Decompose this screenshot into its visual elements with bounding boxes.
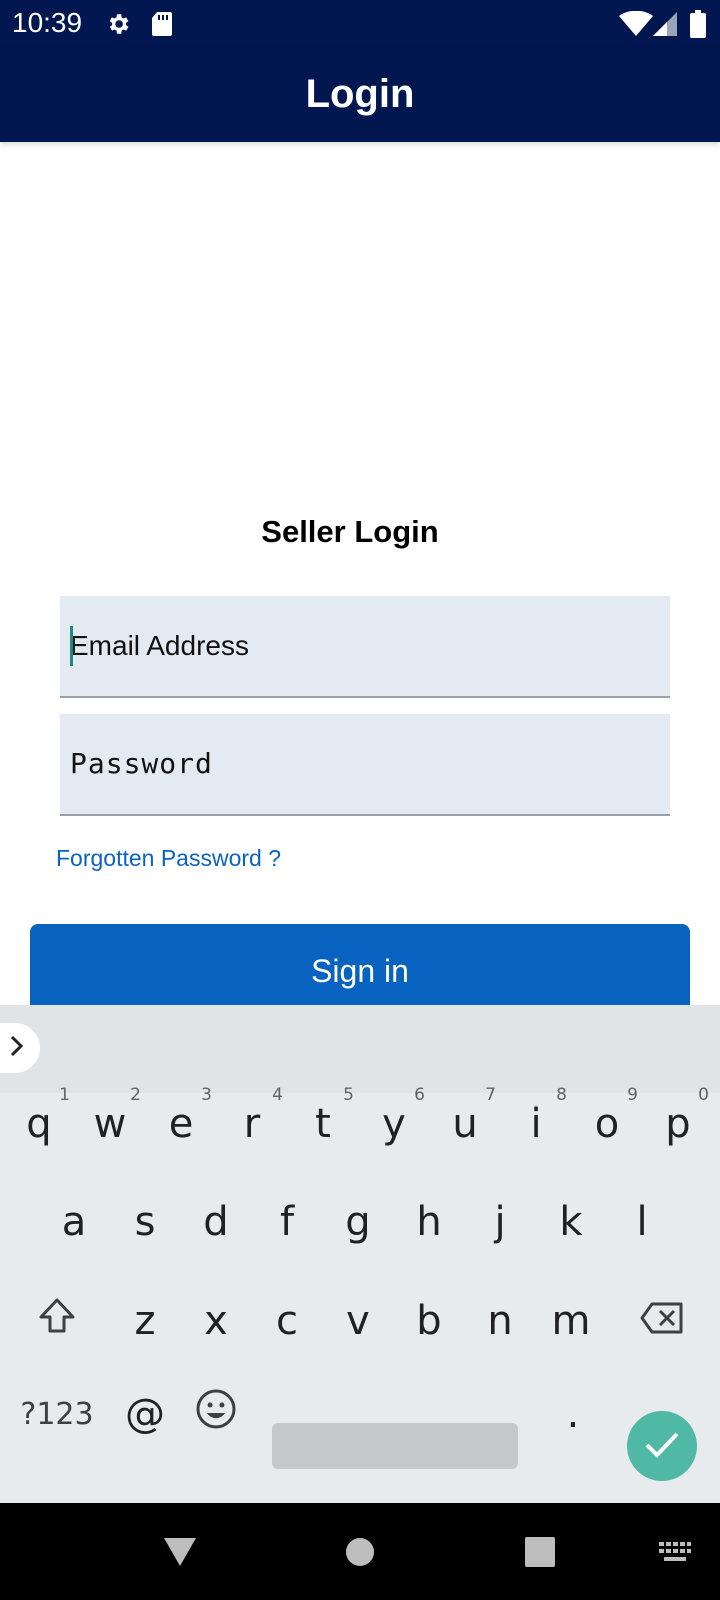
recents-icon[interactable] [515, 1527, 565, 1577]
key-t[interactable]: t5 [288, 1079, 358, 1169]
battery-icon [688, 10, 708, 38]
key-r[interactable]: r4 [217, 1079, 287, 1169]
key-b[interactable]: b [394, 1276, 464, 1366]
key-o[interactable]: o9 [572, 1079, 642, 1169]
shift-key[interactable] [22, 1276, 92, 1366]
key-k[interactable]: k [536, 1177, 606, 1267]
shift-icon [37, 1296, 77, 1346]
emoji-key[interactable] [181, 1369, 251, 1459]
done-key[interactable] [627, 1411, 697, 1481]
key-n[interactable]: n [465, 1276, 535, 1366]
navigation-bar [0, 1503, 720, 1600]
page-title: Login [305, 71, 415, 116]
space-key[interactable] [272, 1423, 518, 1469]
backspace-icon [640, 1298, 684, 1344]
key-number-hint: 5 [343, 1085, 354, 1105]
key-f[interactable]: f [252, 1177, 322, 1267]
status-time: 10:39 [12, 7, 83, 38]
period-key[interactable]: . [538, 1369, 608, 1459]
key-label: y [382, 1101, 406, 1147]
key-i[interactable]: i8 [501, 1079, 571, 1169]
key-number-hint: 0 [698, 1085, 709, 1105]
check-icon [643, 1429, 681, 1464]
key-j[interactable]: j [465, 1177, 535, 1267]
key-a[interactable]: a [39, 1177, 109, 1267]
password-field[interactable]: Password [60, 714, 670, 816]
key-label: w [93, 1101, 127, 1147]
forgot-password-link[interactable]: Forgotten Password ? [56, 845, 281, 872]
key-number-hint: 8 [556, 1085, 567, 1105]
key-d[interactable]: d [181, 1177, 251, 1267]
sign-in-button[interactable]: Sign in [30, 924, 690, 1006]
key-x[interactable]: x [181, 1276, 251, 1366]
at-key[interactable]: @ [110, 1369, 180, 1459]
key-label: t [315, 1101, 331, 1147]
key-u[interactable]: u7 [430, 1079, 500, 1169]
key-label: i [530, 1101, 542, 1147]
key-z[interactable]: z [110, 1276, 180, 1366]
emoji-icon [195, 1388, 237, 1440]
key-number-hint: 3 [201, 1085, 212, 1105]
key-y[interactable]: y6 [359, 1079, 429, 1169]
key-p[interactable]: p0 [643, 1079, 713, 1169]
key-number-hint: 2 [130, 1085, 141, 1105]
key-number-hint: 7 [485, 1085, 496, 1105]
text-cursor [70, 626, 73, 666]
password-placeholder: Password [70, 747, 213, 780]
key-q[interactable]: q1 [4, 1079, 74, 1169]
sd-card-icon [148, 10, 176, 38]
chevron-right-icon [8, 1034, 26, 1063]
key-e[interactable]: e3 [146, 1079, 216, 1169]
email-placeholder: Email Address [70, 630, 249, 661]
keyboard-expand-button[interactable] [0, 1023, 40, 1073]
signal-icon [652, 10, 680, 38]
key-label: r [243, 1101, 261, 1147]
app-bar: Login [0, 48, 720, 142]
soft-keyboard: q1w2e3r4t5y6u7i8o9p0 asdfghjkl zxcvbnm ?… [0, 1005, 720, 1503]
key-number-hint: 1 [59, 1085, 70, 1105]
key-l[interactable]: l [607, 1177, 677, 1267]
key-w[interactable]: w2 [75, 1079, 145, 1169]
key-h[interactable]: h [394, 1177, 464, 1267]
key-number-hint: 9 [627, 1085, 638, 1105]
key-m[interactable]: m [536, 1276, 606, 1366]
home-icon[interactable] [335, 1527, 385, 1577]
keyboard-switch-icon[interactable] [650, 1527, 700, 1577]
status-bar: 10:39 [0, 0, 720, 48]
key-number-hint: 6 [414, 1085, 425, 1105]
symbols-key[interactable]: ?123 [18, 1369, 96, 1459]
key-s[interactable]: s [110, 1177, 180, 1267]
key-label: q [26, 1101, 52, 1147]
key-label: p [665, 1101, 691, 1147]
back-icon[interactable] [155, 1527, 205, 1577]
key-number-hint: 4 [272, 1085, 283, 1105]
gear-icon [104, 10, 132, 38]
wifi-icon [618, 10, 654, 38]
key-c[interactable]: c [252, 1276, 322, 1366]
email-field[interactable]: Email Address [60, 596, 670, 698]
key-label: u [452, 1101, 478, 1147]
backspace-key[interactable] [627, 1276, 697, 1366]
key-label: o [594, 1101, 620, 1147]
key-v[interactable]: v [323, 1276, 393, 1366]
key-g[interactable]: g [323, 1177, 393, 1267]
form-title: Seller Login [261, 514, 439, 549]
key-label: e [168, 1101, 194, 1147]
